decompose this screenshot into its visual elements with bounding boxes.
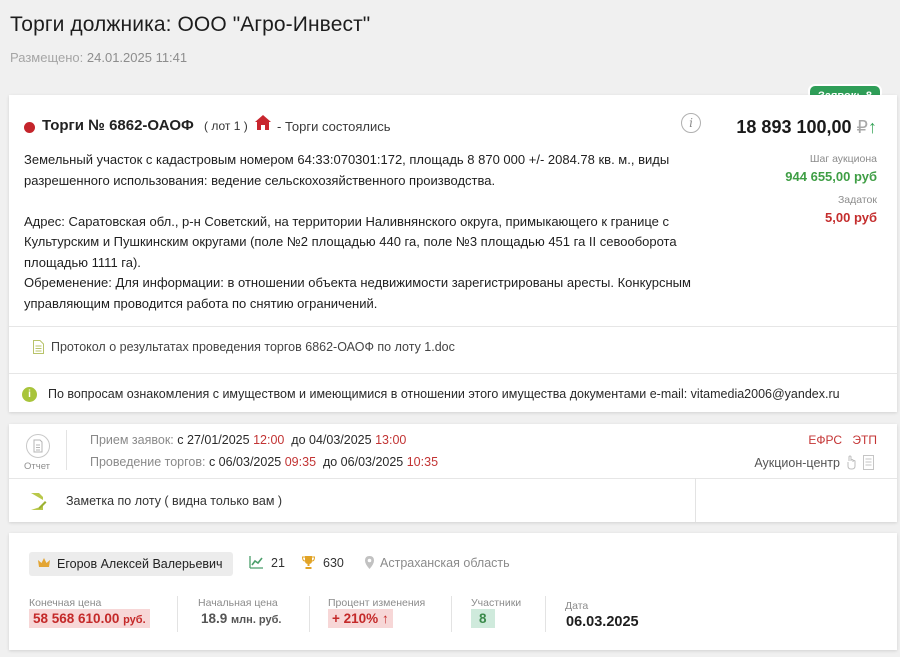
document-link[interactable]: Протокол о результатах проведения торгов… bbox=[51, 340, 455, 354]
auction-label: Проведение торгов: bbox=[90, 455, 206, 469]
efrs-link[interactable]: ЕФРС bbox=[808, 433, 842, 447]
crown-icon bbox=[38, 558, 50, 567]
etp-link[interactable]: ЭТП bbox=[852, 433, 877, 447]
auction-from-time: 09:35 bbox=[284, 455, 317, 469]
price-up-icon: ↑ bbox=[868, 117, 877, 137]
info-icon[interactable]: i bbox=[681, 113, 701, 133]
applications-from-time: 12:00 bbox=[253, 433, 285, 447]
lot-price: 18 893 100,00 ₽↑ bbox=[736, 117, 877, 138]
winner-badge[interactable]: Егоров Алексей Валерьевич bbox=[29, 552, 233, 576]
date-label: Дата bbox=[565, 600, 589, 612]
note-icon[interactable] bbox=[30, 492, 47, 511]
posted-line: Размещено: 24.01.2025 11:41 bbox=[10, 50, 187, 65]
auction-from: с 06/03/2025 bbox=[208, 455, 282, 469]
auction-status: - Торги состоялись bbox=[277, 119, 391, 134]
final-price: 58 568 610.00 руб. bbox=[29, 609, 150, 628]
stat-trend-value: 21 bbox=[271, 556, 285, 570]
auction-to: до 06/03/2025 bbox=[322, 455, 404, 469]
contact-info: По вопросам ознакомления с имуществом и … bbox=[48, 387, 840, 401]
step-label: Шаг аукциона bbox=[809, 153, 877, 165]
auction-to-time: 10:35 bbox=[406, 455, 439, 469]
platform-name[interactable]: Аукцион-центр bbox=[754, 456, 840, 470]
divider bbox=[66, 430, 67, 470]
price-value: 18 893 100,00 bbox=[736, 117, 852, 137]
posted-value: 24.01.2025 11:41 bbox=[86, 50, 188, 65]
final-price-value: 58 568 610.00 bbox=[33, 611, 120, 626]
result-card: Егоров Алексей Валерьевич 21 630 Астраха… bbox=[9, 533, 897, 650]
house-icon bbox=[255, 115, 271, 130]
description-address: Адрес: Саратовская обл., р-н Советский, … bbox=[24, 213, 677, 270]
start-price-value: 18.9 bbox=[201, 611, 228, 626]
status-dot-icon bbox=[24, 122, 35, 133]
change-label: Процент изменения bbox=[328, 597, 426, 609]
divider bbox=[9, 478, 897, 479]
deposit-value: 5,00 руб bbox=[825, 210, 877, 225]
applications-from: с 27/01/2025 bbox=[177, 433, 250, 447]
region: Астраханская область bbox=[380, 556, 510, 570]
stat-trophy-value: 630 bbox=[323, 556, 344, 570]
applications-to: до 04/03/2025 bbox=[291, 433, 372, 447]
auction-date: 06.03.2025 bbox=[566, 614, 639, 630]
divider bbox=[545, 596, 546, 632]
deposit-label: Задаток bbox=[837, 194, 877, 206]
document-icon bbox=[33, 340, 44, 354]
lot-title[interactable]: Торги № 6862-ОАОФ bbox=[42, 117, 194, 134]
participants-label: Участники bbox=[471, 597, 522, 609]
divider bbox=[309, 596, 310, 632]
applications-to-time: 13:00 bbox=[375, 433, 407, 447]
start-price-unit: млн. руб. bbox=[231, 614, 282, 626]
info-circle-icon: i bbox=[22, 387, 37, 402]
lot-card: Торги № 6862-ОАОФ ( лот 1 ) - Торги сост… bbox=[9, 95, 897, 412]
divider bbox=[451, 596, 452, 632]
change-arrow-icon: ↑ bbox=[381, 611, 389, 626]
start-price: 18.9 млн. руб. bbox=[197, 609, 285, 628]
lot-note[interactable]: Заметка по лоту ( видна только вам ) bbox=[66, 494, 282, 508]
final-price-label: Конечная цена bbox=[29, 597, 102, 609]
divider bbox=[177, 596, 178, 632]
divider bbox=[9, 326, 897, 327]
participants-count[interactable]: 8 bbox=[471, 609, 495, 628]
winner-name: Егоров Алексей Валерьевич bbox=[57, 557, 223, 571]
report-label: Отчет bbox=[24, 461, 51, 472]
report-icon[interactable] bbox=[26, 434, 50, 458]
hand-icon[interactable] bbox=[846, 455, 857, 470]
applications-period: Прием заявок: с 27/01/2025 12:00 до 04/0… bbox=[90, 433, 406, 447]
lot-description: Земельный участок с кадастровым номером … bbox=[24, 150, 744, 314]
location-icon bbox=[365, 556, 374, 569]
auction-period: Проведение торгов: с 06/03/2025 09:35 до… bbox=[90, 455, 438, 469]
currency-symbol: ₽ bbox=[856, 117, 868, 137]
divider bbox=[695, 478, 696, 522]
lot-number: ( лот 1 ) bbox=[204, 119, 248, 133]
page-title: Торги должника: ООО "Агро-Инвест" bbox=[10, 13, 371, 36]
schedule-card: Отчет Прием заявок: с 27/01/2025 12:00 д… bbox=[9, 424, 897, 522]
doc-lines-icon[interactable] bbox=[863, 455, 874, 470]
trophy-icon bbox=[301, 556, 316, 569]
step-value: 944 655,00 руб bbox=[785, 169, 877, 184]
start-price-label: Начальная цена bbox=[198, 597, 278, 609]
description-main: Земельный участок с кадастровым номером … bbox=[24, 152, 670, 188]
divider bbox=[9, 373, 897, 374]
trend-icon bbox=[249, 556, 263, 569]
description-encumbrance: Обременение: Для информации: в отношении… bbox=[24, 275, 691, 311]
change-value: + 210% ↑ bbox=[328, 609, 393, 628]
posted-label: Размещено: bbox=[10, 50, 84, 65]
applications-label: Прием заявок: bbox=[90, 433, 174, 447]
final-price-unit: руб. bbox=[123, 614, 146, 626]
change-percent: + 210% bbox=[332, 611, 379, 626]
